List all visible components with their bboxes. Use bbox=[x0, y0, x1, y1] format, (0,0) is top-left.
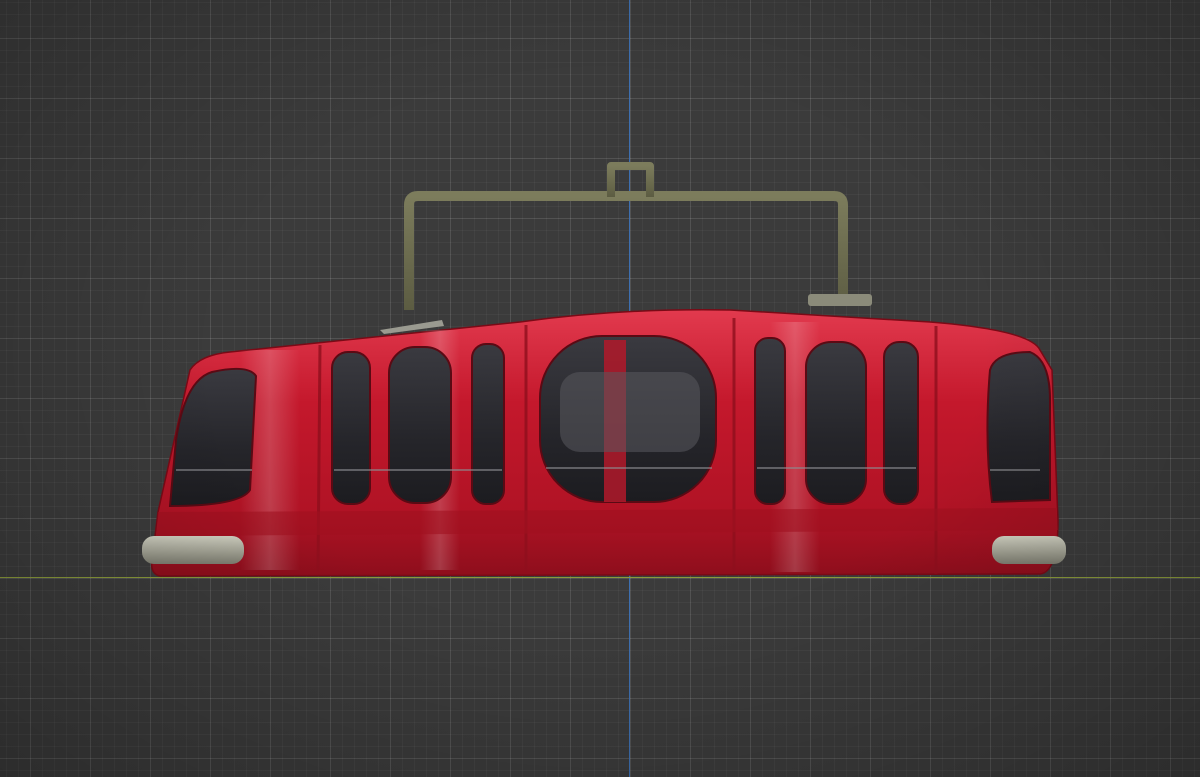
cable-car-model[interactable] bbox=[0, 0, 1200, 777]
3d-viewport[interactable] bbox=[0, 0, 1200, 777]
hanger-frame[interactable] bbox=[404, 162, 848, 310]
roof-vent bbox=[808, 294, 872, 306]
bumper-left[interactable] bbox=[142, 536, 244, 564]
bumper-right[interactable] bbox=[992, 536, 1066, 564]
